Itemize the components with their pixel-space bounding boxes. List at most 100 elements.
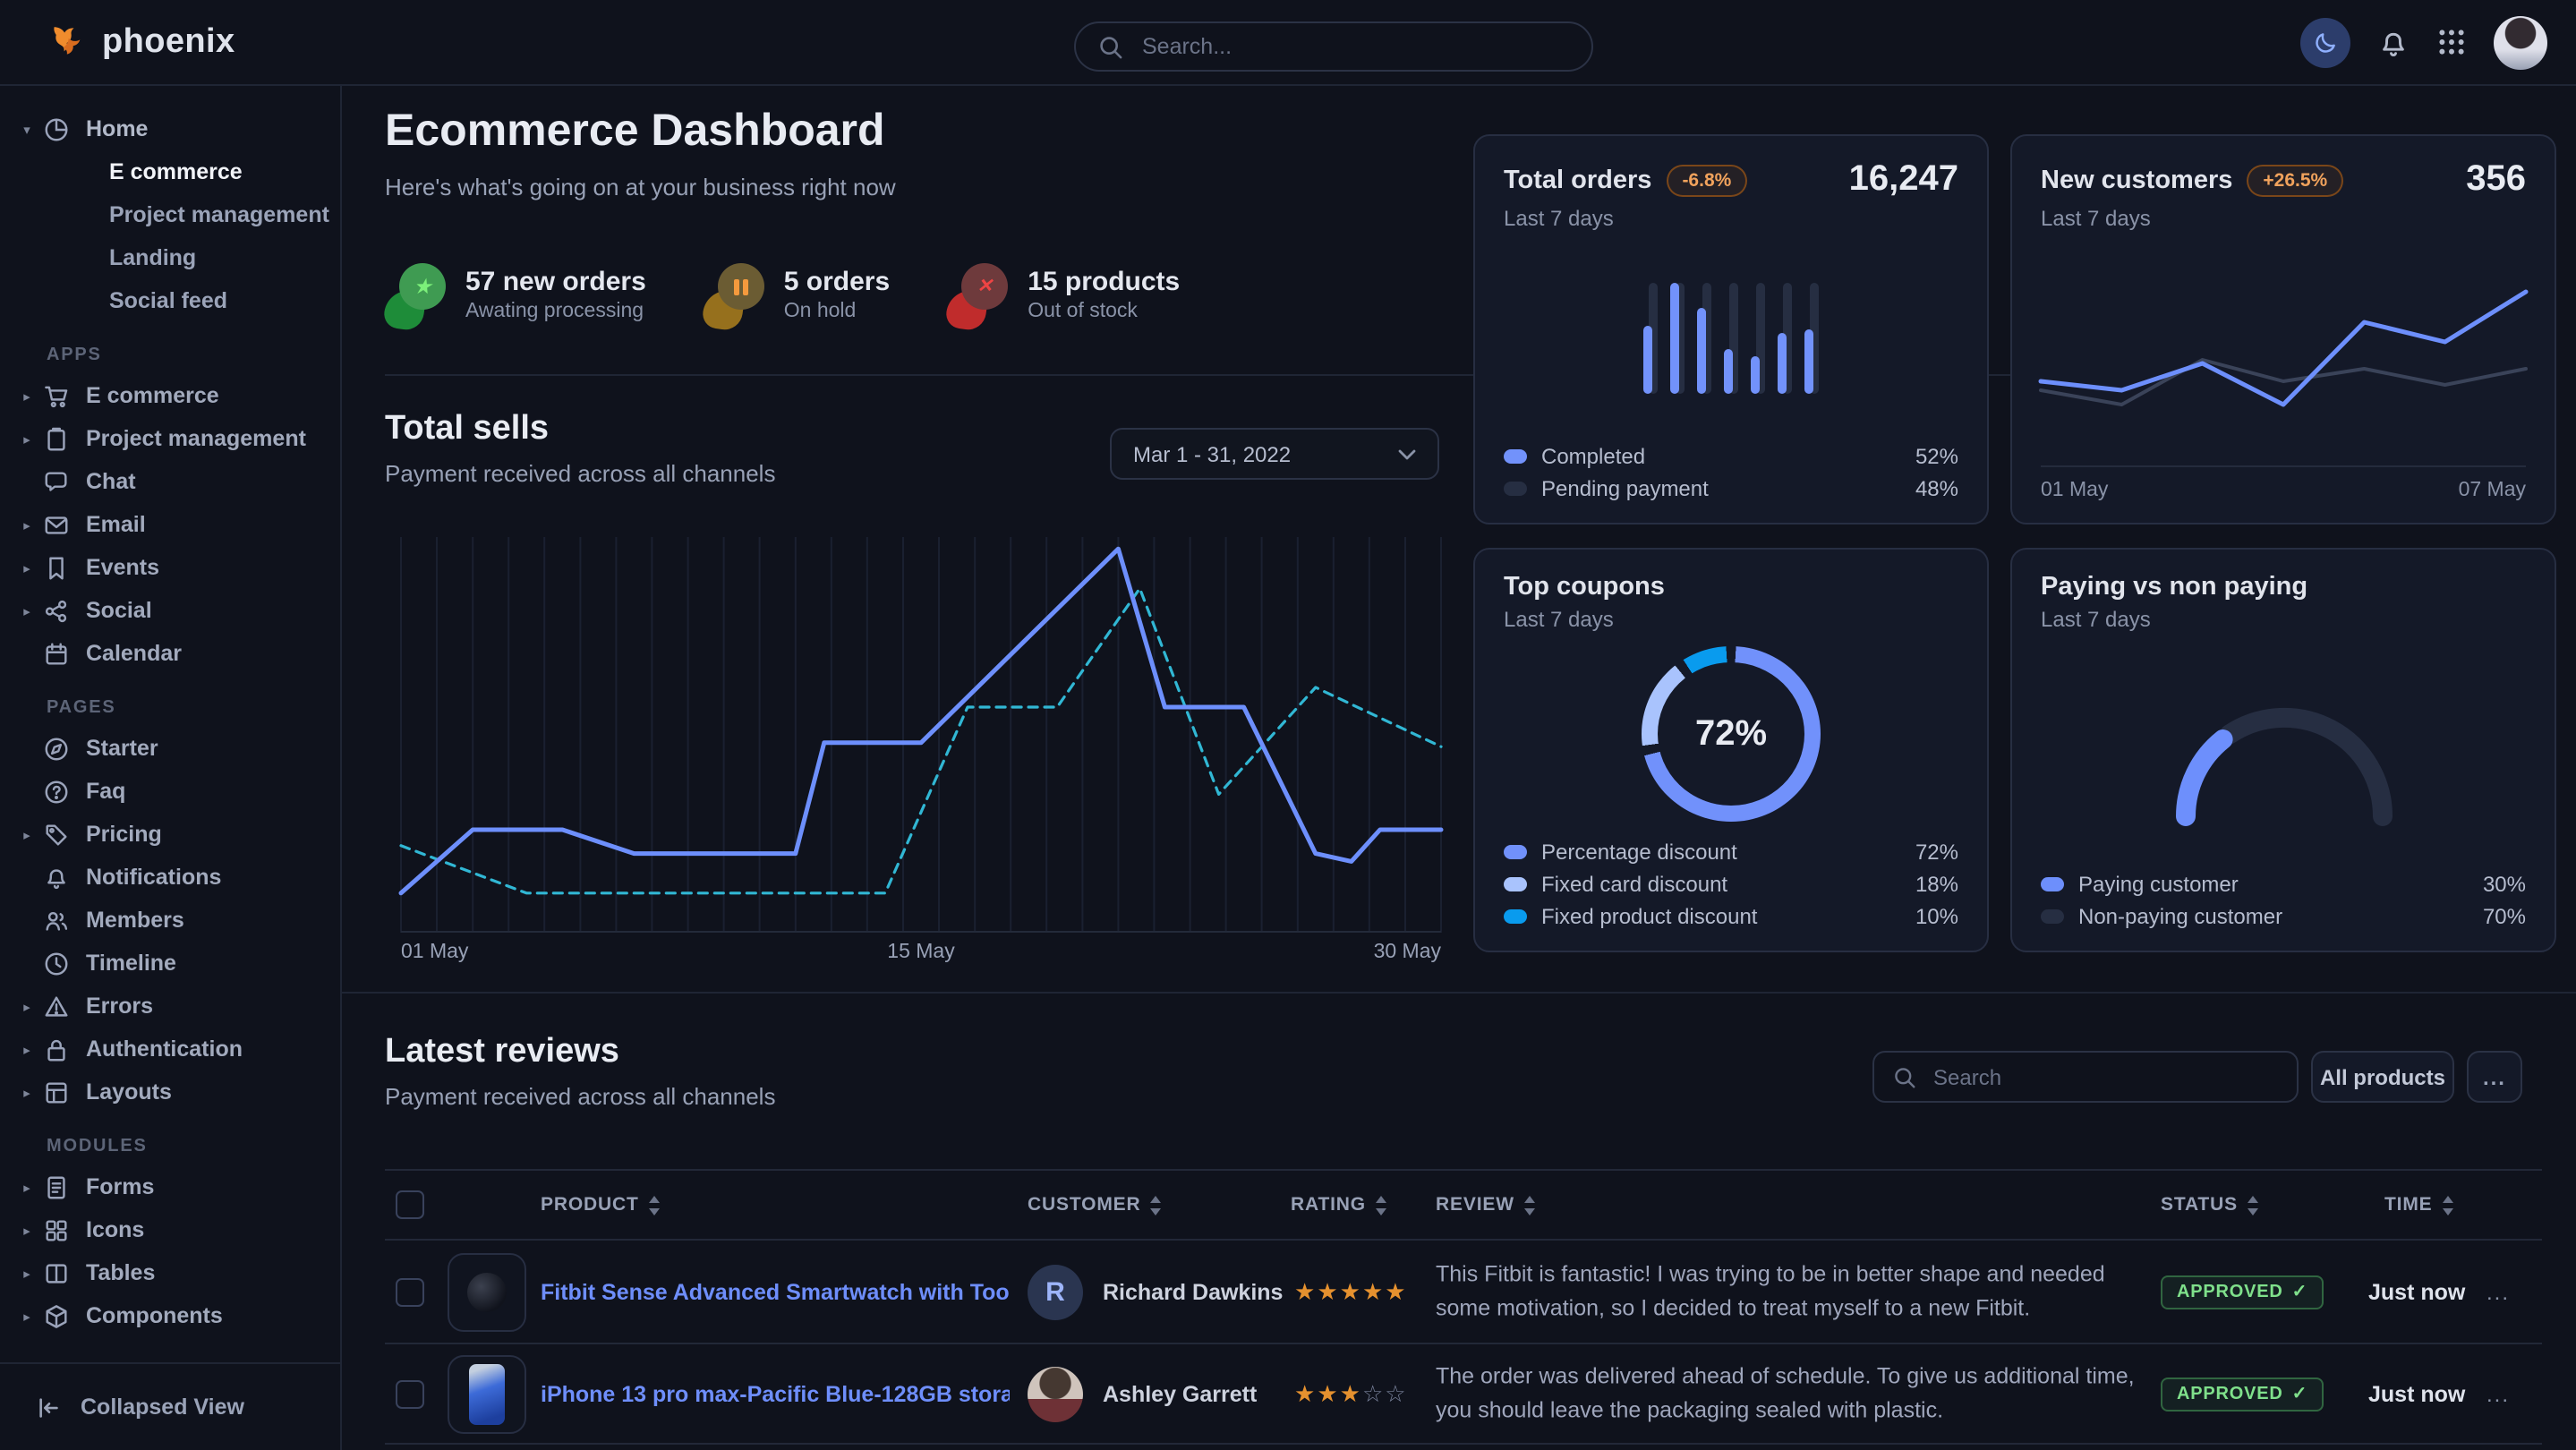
stat-new-orders: ★ 57 new orders Awating processing	[385, 263, 646, 329]
sidebar-item-chat[interactable]: Chat	[0, 460, 340, 503]
topbar-actions	[2300, 0, 2547, 84]
pause-badge-icon	[704, 263, 764, 329]
product-link[interactable]: Fitbit Sense Advanced Smartwatch with To…	[541, 1279, 1010, 1304]
more-options-button[interactable]: ...	[2467, 1051, 2522, 1103]
collapse-sidebar-button[interactable]: Collapsed View	[0, 1362, 340, 1450]
share-icon	[41, 597, 70, 624]
global-search-input[interactable]	[1139, 32, 1568, 61]
sidebar-item-project-management-home[interactable]: Project management	[0, 193, 340, 236]
row-actions-button[interactable]: ...	[2486, 1279, 2510, 1304]
column-header-product[interactable]: PRODUCT	[541, 1194, 661, 1215]
new-customers-value: 356	[2466, 159, 2526, 200]
moon-icon	[2313, 30, 2338, 55]
grid-icon	[2436, 27, 2467, 57]
row-checkbox[interactable]	[396, 1277, 424, 1306]
apps-grid-button[interactable]	[2436, 27, 2467, 57]
sidebar-item-calendar[interactable]: Calendar	[0, 632, 340, 675]
sidebar-item-forms[interactable]: ▸ Forms	[0, 1165, 340, 1208]
global-search[interactable]	[1074, 21, 1593, 72]
sidebar-section-apps: APPS	[47, 345, 340, 365]
brand-logo[interactable]: phoenix	[47, 0, 235, 84]
sidebar-item-errors[interactable]: ▸ Errors	[0, 985, 340, 1028]
column-header-rating[interactable]: RATING	[1291, 1194, 1387, 1215]
check-icon: ✓	[2292, 1384, 2308, 1403]
column-header-customer[interactable]: CUSTOMER	[1028, 1194, 1163, 1215]
sort-icon	[1523, 1195, 1536, 1215]
total-sells-title: Total sells	[385, 410, 549, 449]
all-products-button[interactable]: All products	[2311, 1051, 2454, 1103]
chevron-right-icon: ▸	[14, 559, 39, 576]
sidebar-item-members[interactable]: Members	[0, 899, 340, 942]
column-header-review[interactable]: REVIEW	[1436, 1194, 1536, 1215]
total-orders-card: Total orders -6.8% 16,247 Last 7 days Co…	[1473, 134, 1989, 525]
sidebar-item-events[interactable]: ▸ Events	[0, 546, 340, 589]
column-header-status[interactable]: STATUS	[2161, 1194, 2259, 1215]
clipboard-icon	[41, 425, 70, 452]
chevron-right-icon: ▸	[14, 1308, 39, 1324]
file-icon	[41, 1173, 70, 1200]
coupons-legend: Percentage discount 72% Fixed card disco…	[1504, 840, 1958, 929]
customer-avatar: R	[1028, 1264, 1083, 1319]
user-avatar[interactable]	[2494, 15, 2547, 69]
chevron-right-icon: ▸	[14, 602, 39, 618]
chevron-right-icon: ▸	[14, 431, 39, 447]
sidebar-item-components[interactable]: ▸ Components	[0, 1294, 340, 1337]
sidebar-item-pricing[interactable]: ▸ Pricing	[0, 813, 340, 856]
sidebar-item-landing[interactable]: Landing	[0, 236, 340, 279]
new-customers-x-axis: 01 May 07 May	[2041, 465, 2526, 501]
sidebar-item-authentication[interactable]: ▸ Authentication	[0, 1028, 340, 1070]
coupons-donut-chart: 72%	[1642, 646, 1821, 822]
chevron-right-icon: ▸	[14, 1084, 39, 1100]
sidebar-item-layouts[interactable]: ▸ Layouts	[0, 1070, 340, 1113]
sidebar-item-timeline[interactable]: Timeline	[0, 942, 340, 985]
legend-swatch	[1504, 845, 1527, 859]
legend-swatch	[1504, 909, 1527, 924]
chat-icon	[41, 468, 70, 495]
chevron-right-icon: ▸	[14, 826, 39, 842]
trend-badge: -6.8%	[1666, 164, 1747, 196]
page-title: Ecommerce Dashboard	[385, 106, 885, 158]
reviews-search-input[interactable]	[1930, 1062, 2277, 1091]
sidebar-item-e-commerce-home[interactable]: E commerce	[0, 150, 340, 193]
notifications-button[interactable]	[2377, 26, 2410, 58]
sort-icon	[1375, 1195, 1387, 1215]
sidebar-item-home[interactable]: ▾ Home	[0, 107, 340, 150]
sidebar-item-project-management-app[interactable]: ▸ Project management	[0, 417, 340, 460]
box-icon	[41, 1302, 70, 1329]
column-header-time[interactable]: TIME	[2384, 1194, 2454, 1215]
sidebar-item-icons[interactable]: ▸ Icons	[0, 1208, 340, 1251]
orders-bar-chart	[1504, 231, 1958, 444]
sidebar-item-tables[interactable]: ▸ Tables	[0, 1251, 340, 1294]
total-orders-value: 16,247	[1849, 159, 1958, 200]
review-time: Just now	[2368, 1279, 2465, 1304]
reviews-table: PRODUCT CUSTOMER RATING REVIEW STATUS TI…	[385, 1169, 2542, 1450]
reviews-search[interactable]	[1872, 1051, 2299, 1103]
card-header: Total orders -6.8% 16,247	[1504, 159, 1958, 200]
chevron-right-icon: ▸	[14, 1222, 39, 1238]
sidebar-item-social[interactable]: ▸ Social	[0, 589, 340, 632]
select-all-checkbox[interactable]	[396, 1190, 424, 1219]
row-checkbox[interactable]	[396, 1379, 424, 1408]
theme-toggle-button[interactable]	[2300, 17, 2350, 67]
legend-swatch	[1504, 449, 1527, 464]
customer-name: Richard Dawkins	[1103, 1279, 1283, 1304]
product-thumbnail[interactable]	[448, 1354, 526, 1433]
sidebar-item-notifications[interactable]: Notifications	[0, 856, 340, 899]
status-badge: APPROVED ✓	[2161, 1275, 2324, 1309]
app-window: phoenix	[0, 0, 2576, 1450]
chevron-right-icon: ▸	[14, 1265, 39, 1281]
top-navbar: phoenix	[0, 0, 2576, 86]
sidebar-item-social-feed[interactable]: Social feed	[0, 279, 340, 322]
sidebar-item-ecommerce-app[interactable]: ▸ E commerce	[0, 374, 340, 417]
row-actions-button[interactable]: ...	[2486, 1381, 2510, 1406]
paying-vs-nonpaying-card: Paying vs non paying Last 7 days Paying …	[2010, 548, 2556, 952]
date-range-select[interactable]: Mar 1 - 31, 2022	[1110, 428, 1439, 480]
legend-swatch	[2041, 909, 2064, 924]
product-thumbnail[interactable]	[448, 1252, 526, 1331]
sidebar-item-email[interactable]: ▸ Email	[0, 503, 340, 546]
sidebar-item-faq[interactable]: Faq	[0, 770, 340, 813]
pie-chart-icon	[41, 115, 70, 142]
product-link[interactable]: iPhone 13 pro max-Pacific Blue-128GB sto…	[541, 1381, 1010, 1406]
sidebar-item-starter[interactable]: Starter	[0, 727, 340, 770]
bell-icon	[2377, 26, 2410, 58]
